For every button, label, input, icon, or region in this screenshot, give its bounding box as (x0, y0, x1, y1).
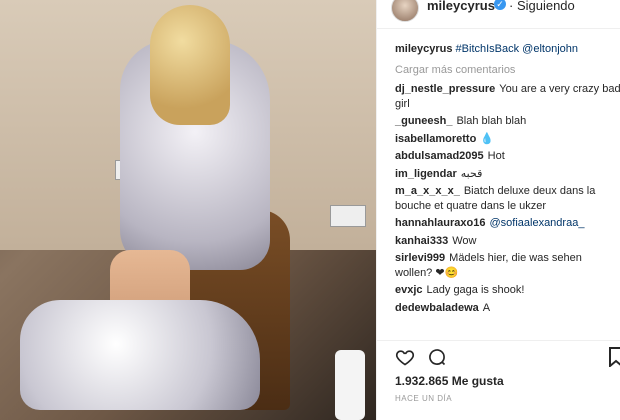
comment-item: sirlevi999 Mädels hier, die was sehen wol… (395, 251, 620, 280)
comment-item: im_ligendar قحبه (395, 167, 620, 182)
verified-icon: ✓ (494, 0, 506, 10)
comment-item: dedewbaladewa A (395, 301, 620, 316)
comment-text: Blah blah blah (456, 115, 527, 127)
photo-hair (150, 5, 230, 125)
comment-item: hannahlauraxo16 @sofiaalexandraa_ (395, 216, 620, 231)
comment-username[interactable]: dedewbaladewa (395, 302, 479, 314)
post-photo[interactable] (0, 0, 376, 420)
comment-username[interactable]: im_ligendar (395, 168, 457, 180)
comment-item: evxjc Lady gaga is shook! (395, 283, 620, 298)
post-caption: mileycyrus #BitchIsBack @eltonjohn (395, 42, 615, 56)
comment-mention[interactable]: @sofiaalexandraa_ (489, 217, 584, 229)
comment-username[interactable]: kanhai333 (395, 235, 448, 247)
comment-username[interactable]: _guneesh_ (395, 115, 452, 127)
comment-item: dj_nestle_pressure You are a very crazy b… (395, 82, 620, 111)
post-timestamp: HACE UN DÍA (395, 394, 453, 403)
comment-item: isabellamoretto 💧 (395, 132, 620, 147)
likes-count[interactable]: 1.932.865 Me gusta (395, 374, 504, 388)
photo-outlet (330, 205, 366, 227)
photo-boots (20, 300, 260, 410)
comment-icon[interactable] (427, 347, 447, 367)
comment-item: m_a_x_x_x_ Biatch deluxe deux dans la bou… (395, 184, 620, 213)
post-actions (377, 340, 620, 371)
comment-username[interactable]: abdulsamad2095 (395, 150, 484, 162)
comment-item: _guneesh_ Blah blah blah (395, 114, 620, 129)
bookmark-icon[interactable] (609, 347, 620, 367)
comment-text: Hot (487, 150, 505, 162)
post-header: mileycyrus ✓ · Siguiendo (377, 0, 620, 29)
comments-list: dj_nestle_pressure You are a very crazy b… (395, 82, 620, 318)
heart-icon[interactable] (395, 347, 415, 367)
avatar[interactable] (391, 0, 419, 22)
comment-username[interactable]: sirlevi999 (395, 252, 445, 264)
photo-bottle (335, 350, 365, 420)
caption-text[interactable]: #BitchIsBack @eltonjohn (456, 43, 578, 55)
load-more-comments-button[interactable]: Cargar más comentarios (395, 64, 515, 76)
post-sidebar: mileycyrus ✓ · Siguiendo mileycyrus #Bit… (376, 0, 620, 420)
comment-text: Lady gaga is shook! (426, 284, 525, 296)
comment-item: kanhai333 Wow (395, 234, 620, 249)
comment-item: abdulsamad2095 Hot (395, 149, 620, 164)
comment-username[interactable]: evxjc (395, 284, 423, 296)
header-username[interactable]: mileycyrus (427, 0, 495, 13)
comment-username[interactable]: isabellamoretto (395, 133, 476, 145)
comment-text: Wow (452, 234, 477, 247)
caption-username[interactable]: mileycyrus (395, 43, 452, 55)
comment-text: A (482, 301, 491, 314)
comment-text: 💧 (480, 132, 495, 145)
comment-username[interactable]: m_a_x_x_x_ (395, 185, 460, 197)
comment-text: قحبه (460, 167, 483, 180)
comment-username[interactable]: hannahlauraxo16 (395, 217, 485, 229)
comment-username[interactable]: dj_nestle_pressure (395, 83, 495, 95)
follow-status[interactable]: · Siguiendo (509, 0, 575, 13)
